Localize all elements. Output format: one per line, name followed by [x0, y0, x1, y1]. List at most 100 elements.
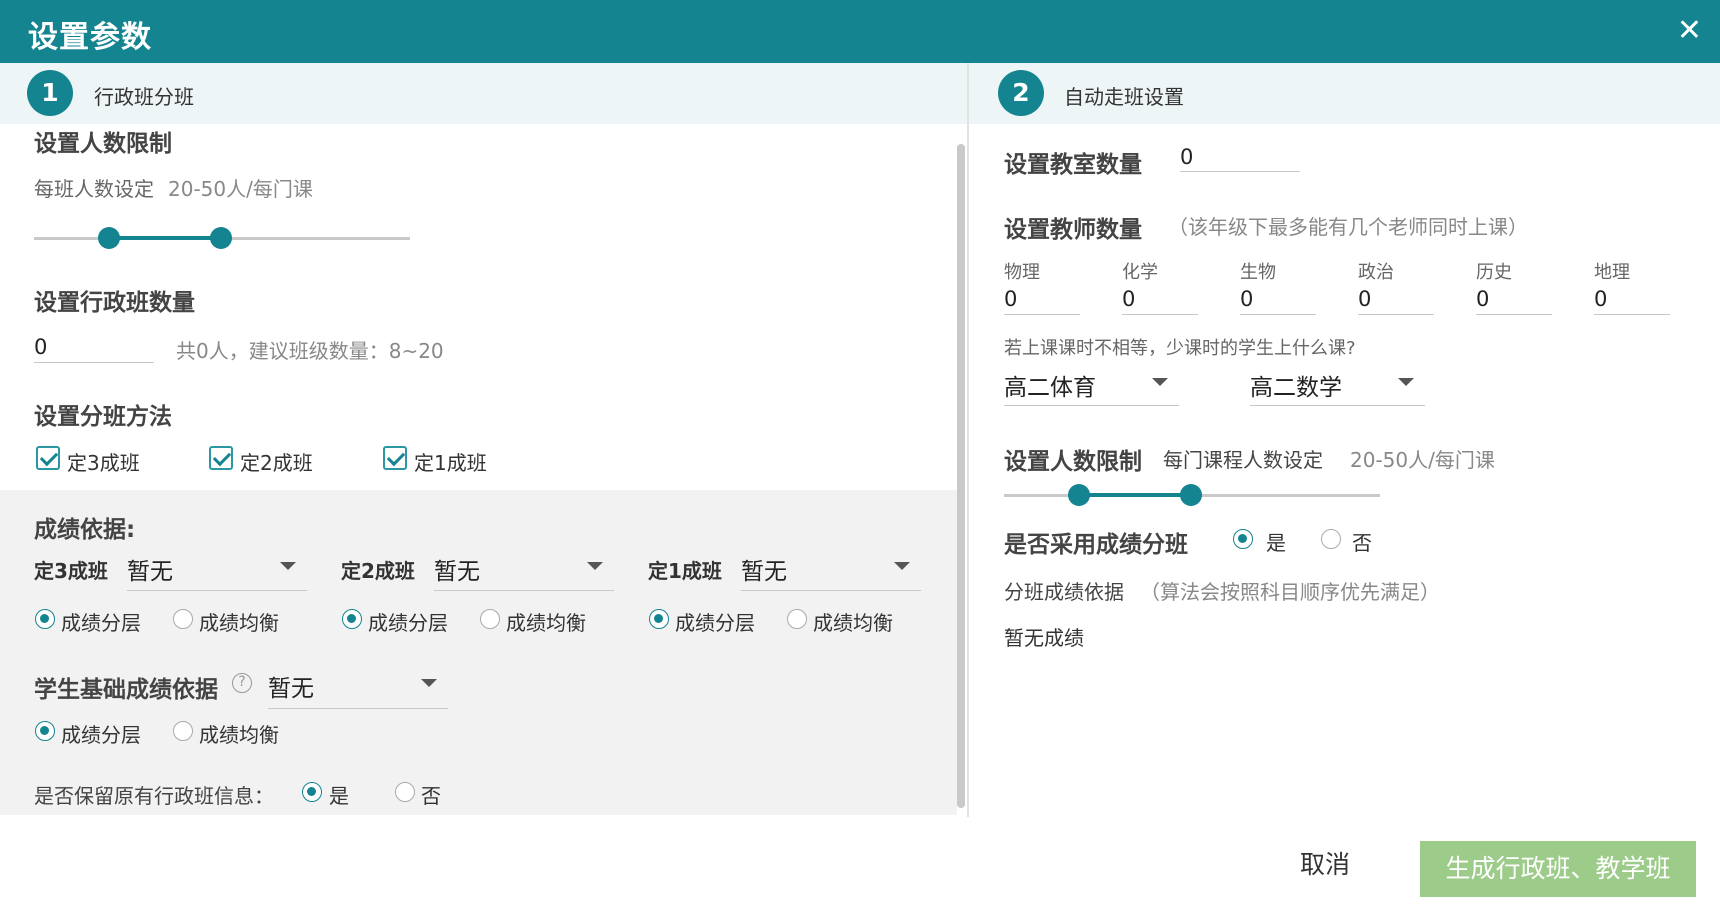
student-basis-radio-layered-label: 成绩分层	[61, 723, 141, 747]
group-1-select-underline	[741, 590, 921, 591]
subject-biology-label: 生物	[1240, 262, 1276, 283]
checkbox-method-3-label: 定3成班	[67, 451, 140, 475]
right-people-limit-title: 设置人数限制	[1004, 449, 1142, 475]
student-basis-select-value[interactable]: 暂无	[268, 669, 314, 703]
subject-geography-input[interactable]: 0	[1594, 287, 1607, 311]
cancel-button[interactable]: 取消	[1300, 845, 1350, 881]
right-people-limit-slider-range	[1079, 493, 1191, 497]
chevron-down-icon[interactable]	[421, 679, 437, 687]
column-divider	[967, 63, 969, 817]
unequal-hours-select-1[interactable]: 高二体育	[1004, 368, 1096, 402]
group-2-select-underline	[434, 590, 614, 591]
group-2-select-value[interactable]: 暂无	[434, 552, 480, 586]
student-basis-select-underline	[268, 708, 448, 709]
group-3-radio-balanced-label: 成绩均衡	[199, 611, 279, 635]
score-basis-value: 暂无成绩	[1004, 626, 1084, 650]
question-circle-icon[interactable]: ?	[232, 673, 252, 693]
classroom-count-title: 设置教室数量	[1004, 152, 1142, 178]
group-3-select-value[interactable]: 暂无	[127, 552, 173, 586]
people-limit-slider-range	[109, 236, 221, 240]
subject-geography-underline	[1594, 314, 1670, 315]
checkbox-method-1-label: 定1成班	[414, 451, 487, 475]
chevron-down-icon[interactable]	[587, 562, 603, 570]
group-1-radio-balanced-label: 成绩均衡	[813, 611, 893, 635]
subject-history-label: 历史	[1476, 262, 1512, 283]
close-icon[interactable]: ✕	[1677, 13, 1702, 48]
classroom-count-input[interactable]: 0	[1180, 145, 1193, 169]
subject-politics-underline	[1358, 314, 1434, 315]
right-people-limit-slider-max-handle[interactable]	[1180, 484, 1202, 506]
checkbox-method-2[interactable]	[209, 446, 233, 470]
subject-biology-underline	[1240, 314, 1316, 315]
checkbox-method-2-label: 定2成班	[240, 451, 313, 475]
step-1-header: 1 行政班分班	[0, 63, 967, 124]
group-1-name: 定1成班	[648, 559, 722, 583]
subject-geography-label: 地理	[1594, 262, 1630, 283]
method-title: 设置分班方法	[34, 404, 172, 430]
group-2-name: 定2成班	[341, 559, 415, 583]
score-basis-title: 成绩依据:	[34, 517, 136, 543]
group-1-radio-layered[interactable]	[649, 609, 669, 629]
right-people-limit-slider-min-handle[interactable]	[1068, 484, 1090, 506]
use-score-yes-label: 是	[1266, 531, 1286, 555]
left-scrollbar[interactable]	[957, 144, 965, 808]
subject-chemistry-label: 化学	[1122, 262, 1158, 283]
step-2-label: 自动走班设置	[1064, 85, 1184, 109]
student-basis-title: 学生基础成绩依据	[34, 677, 218, 703]
subject-biology-input[interactable]: 0	[1240, 287, 1253, 311]
chevron-down-icon[interactable]	[1398, 378, 1414, 386]
subject-politics-input[interactable]: 0	[1358, 287, 1371, 311]
group-1-radio-balanced[interactable]	[787, 609, 807, 629]
checkbox-method-1[interactable]	[383, 446, 407, 470]
keep-info-label: 是否保留原有行政班信息：	[34, 784, 274, 808]
student-basis-radio-balanced-label: 成绩均衡	[199, 723, 279, 747]
chevron-down-icon[interactable]	[894, 562, 910, 570]
keep-info-yes-label: 是	[329, 784, 349, 808]
group-3-radio-layered[interactable]	[35, 609, 55, 629]
people-limit-slider-min-handle[interactable]	[98, 227, 120, 249]
score-basis-panel	[0, 490, 957, 815]
group-3-radio-layered-label: 成绩分层	[61, 611, 141, 635]
right-people-limit-range: 20-50人/每门课	[1350, 448, 1495, 472]
class-count-input[interactable]: 0	[34, 335, 47, 359]
score-basis-hint: （算法会按照科目顺序优先满足）	[1140, 580, 1440, 604]
keep-info-radio-yes[interactable]	[302, 782, 322, 802]
keep-info-no-label: 否	[421, 784, 441, 808]
group-2-radio-balanced[interactable]	[480, 609, 500, 629]
checkbox-method-3[interactable]	[36, 446, 60, 470]
student-basis-radio-balanced[interactable]	[173, 721, 193, 741]
unequal-hours-question: 若上课课时不相等，少课时的学生上什么课?	[1004, 338, 1356, 359]
people-limit-slider-max-handle[interactable]	[210, 227, 232, 249]
group-1-select-value[interactable]: 暂无	[741, 552, 787, 586]
class-count-underline	[34, 362, 154, 363]
dialog-title: 设置参数	[28, 20, 152, 55]
chevron-down-icon[interactable]	[1152, 378, 1168, 386]
title-bar: 设置参数 ✕	[0, 0, 1720, 63]
people-limit-title: 设置人数限制	[34, 131, 172, 157]
group-3-select-underline	[127, 590, 307, 591]
subject-history-input[interactable]: 0	[1476, 287, 1489, 311]
keep-info-radio-no[interactable]	[395, 782, 415, 802]
generate-classes-button[interactable]: 生成行政班、教学班	[1420, 841, 1696, 897]
unequal-hours-select-1-underline	[1004, 405, 1179, 406]
subject-chemistry-input[interactable]: 0	[1122, 287, 1135, 311]
group-3-radio-balanced[interactable]	[173, 609, 193, 629]
unequal-hours-select-2-underline	[1250, 405, 1425, 406]
student-basis-radio-layered[interactable]	[35, 721, 55, 741]
subject-physics-input[interactable]: 0	[1004, 287, 1017, 311]
group-3-name: 定3成班	[34, 559, 108, 583]
teacher-count-hint: （该年级下最多能有几个老师同时上课）	[1168, 215, 1528, 239]
group-2-radio-layered[interactable]	[342, 609, 362, 629]
chevron-down-icon[interactable]	[280, 562, 296, 570]
use-score-radio-no[interactable]	[1321, 529, 1341, 549]
score-basis-label: 分班成绩依据	[1004, 580, 1124, 604]
step-1-number: 1	[27, 70, 73, 116]
subject-physics-underline	[1004, 314, 1080, 315]
use-score-radio-yes[interactable]	[1233, 529, 1253, 549]
step-2-number: 2	[998, 70, 1044, 116]
subject-physics-label: 物理	[1004, 262, 1040, 283]
unequal-hours-select-2[interactable]: 高二数学	[1250, 368, 1342, 402]
group-2-radio-balanced-label: 成绩均衡	[506, 611, 586, 635]
people-limit-desc: 每班人数设定	[34, 177, 154, 201]
use-score-no-label: 否	[1352, 531, 1372, 555]
